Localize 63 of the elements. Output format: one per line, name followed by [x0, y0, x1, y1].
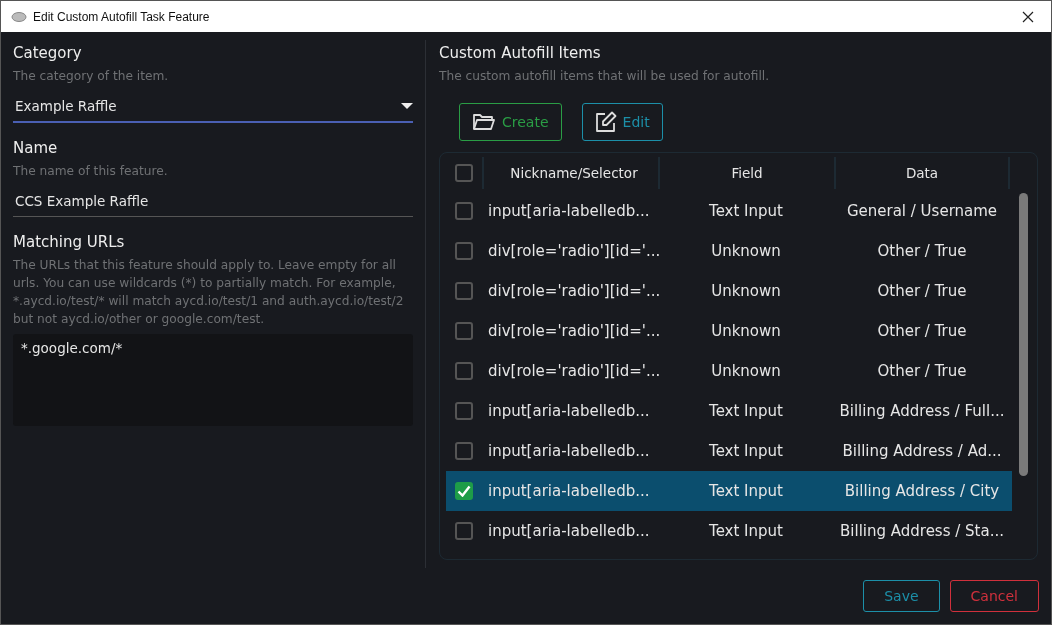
caret-icon: [401, 102, 413, 110]
section-title: Custom Autofill Items: [439, 44, 602, 62]
table-cell-text: Other / True: [876, 242, 968, 260]
table-cell-text: div[role='radio'][id='...: [487, 322, 658, 340]
name-field[interactable]: CCS Example Raffle: [13, 186, 413, 217]
checkbox[interactable]: [455, 402, 473, 420]
close-icon: [1022, 10, 1034, 23]
checkbox[interactable]: [455, 482, 473, 500]
table-cell-text: Unknown: [710, 322, 782, 340]
field-label: Category: [13, 44, 83, 62]
category-dropdown[interactable]: Example Raffle: [13, 91, 413, 123]
field-description: The category of the item.: [13, 68, 170, 85]
checkbox[interactable]: [455, 242, 473, 260]
checkbox[interactable]: [455, 202, 473, 220]
table-cell-text: Text Input: [708, 482, 784, 500]
table-cell-text: Other / True: [876, 282, 968, 300]
table-cell-text: Text Input: [708, 442, 784, 460]
app-icon: [11, 10, 27, 23]
edit-icon: [594, 111, 617, 133]
field-label: Name: [13, 139, 59, 157]
checkbox[interactable]: [455, 442, 473, 460]
urls-text-area[interactable]: *.google.com/*: [13, 334, 413, 426]
table-cell-text: Billing Address / Full...: [838, 402, 1006, 420]
table-cell-text: Other / True: [876, 322, 968, 340]
table-cell-text: Unknown: [710, 362, 782, 380]
table-cell-text: General / Username: [845, 202, 999, 220]
scrollbar-thumb[interactable]: [1019, 193, 1028, 476]
section-description: The custom autofill items that will be used for autofill.: [439, 68, 771, 85]
table-cell-text: Other / True: [876, 362, 968, 380]
selected-row-highlight[interactable]: input[aria-labelledb... Text Input Billing Address / City: [446, 471, 1012, 511]
table-cell-text: input[aria-labelledb...: [487, 482, 651, 500]
table-cell-text: Unknown: [710, 282, 782, 300]
column-header[interactable]: Field: [658, 157, 834, 189]
checkbox[interactable]: [455, 322, 473, 340]
folder-icon: [472, 112, 496, 132]
field-description: The URLs that this feature should apply to. Leave empty for all urls. You can use wildcards (*) to partially match. For example, *.aycd.io/test/* will match aycd.io/test/1 and auth.aycd.io/test/2 but not aycd.io/other or google.com/test.: [13, 257, 405, 328]
window-title: Edit Custom Autofill Task Feature: [33, 9, 211, 24]
table-cell-text: Billing Address / Sta...: [839, 522, 1005, 540]
cancel-button[interactable]: Cancel: [949, 580, 1039, 612]
field-label: Matching URLs: [13, 233, 126, 251]
table-cell-text: input[aria-labelledb...: [487, 522, 651, 540]
checkbox[interactable]: [455, 164, 473, 182]
table-cell-text: Text Input: [708, 402, 784, 420]
table-cell-text: Unknown: [710, 242, 782, 260]
column-header[interactable]: Nickname/Selector: [482, 157, 658, 189]
table-cell-text: Text Input: [708, 202, 784, 220]
table-cell-text: input[aria-labelledb...: [487, 442, 651, 460]
table-cell-text: Billing Address / Ad...: [841, 442, 1003, 460]
edit-button[interactable]: Edit: [581, 103, 663, 141]
field-description: The name of this feature.: [13, 163, 169, 180]
checkbox[interactable]: [455, 362, 473, 380]
table-cell-text: input[aria-labelledb...: [487, 402, 651, 420]
save-button[interactable]: Save: [863, 580, 940, 612]
table-cell-text: input[aria-labelledb...: [487, 202, 651, 220]
table-cell-text: Billing Address / City: [843, 482, 1001, 500]
create-button[interactable]: Create: [459, 103, 562, 141]
table-cell-text: Text Input: [708, 522, 784, 540]
checkbox[interactable]: [455, 522, 473, 540]
table-cell-text: div[role='radio'][id='...: [487, 362, 658, 380]
table-cell-text: div[role='radio'][id='...: [487, 282, 658, 300]
checkbox[interactable]: [455, 282, 473, 300]
column-header[interactable]: Data: [834, 157, 1010, 189]
table-cell-text: div[role='radio'][id='...: [487, 242, 658, 260]
